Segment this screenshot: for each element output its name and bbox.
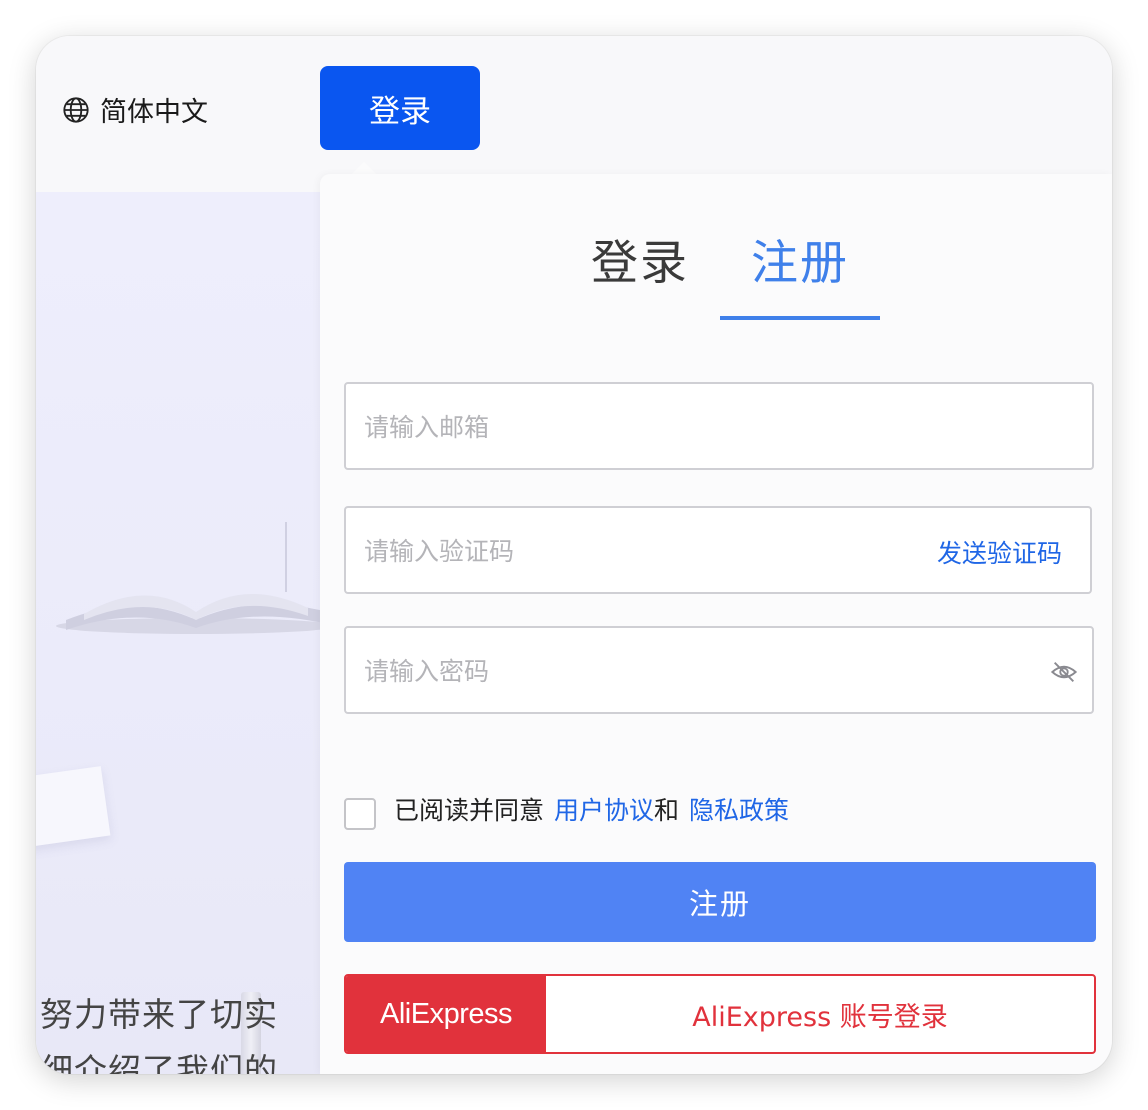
header-login-button[interactable]: 登录 — [320, 66, 480, 150]
auth-tabs: 登录 注册 — [320, 224, 1112, 324]
register-submit-button[interactable]: 注册 — [344, 862, 1096, 942]
email-field — [344, 382, 1094, 470]
globe-icon — [63, 96, 89, 123]
tab-register[interactable]: 注册 — [720, 224, 880, 293]
verification-code-field: 发送验证码 — [344, 506, 1092, 594]
user-agreement-link[interactable]: 用户协议 — [554, 791, 654, 827]
hero-text-line-1: 努力带来了切实 — [40, 995, 278, 1034]
language-label: 简体中文 — [100, 97, 208, 128]
verification-code-input[interactable] — [362, 508, 886, 594]
eye-off-icon[interactable] — [1050, 658, 1078, 686]
app-window: 简体中文 登录 努力带来了切实 细介绍了我们的 登录 注册 发送验证码 — [36, 36, 1112, 1074]
agreement-and: 和 — [654, 796, 680, 825]
hero-text-line-2: 细介绍了我们的 — [40, 1051, 278, 1074]
tab-login[interactable]: 登录 — [560, 224, 720, 293]
agreement-row: 已阅读并同意 用户协议 和 隐私政策 — [344, 788, 789, 830]
email-input[interactable] — [362, 384, 886, 470]
hero-background: 努力带来了切实 细介绍了我们的 — [36, 192, 336, 1074]
password-field — [344, 626, 1094, 714]
aliexpress-logo-text: AliExpress — [380, 997, 513, 1030]
agreement-checkbox[interactable] — [344, 798, 376, 830]
aliexpress-login-label: AliExpress 账号登录 — [692, 1001, 948, 1033]
top-bar: 简体中文 登录 — [36, 36, 1112, 192]
popover-caret — [352, 162, 376, 174]
active-tab-indicator — [720, 316, 880, 320]
privacy-policy-link[interactable]: 隐私政策 — [689, 791, 789, 827]
password-input[interactable] — [362, 628, 886, 714]
agreement-prefix: 已阅读并同意 — [394, 796, 545, 825]
aliexpress-logo: AliExpress — [346, 976, 546, 1052]
paper-illustration — [36, 766, 111, 848]
send-code-button[interactable]: 发送验证码 — [937, 534, 1062, 570]
aliexpress-login-button[interactable]: AliExpress AliExpress 账号登录 — [344, 974, 1096, 1054]
auth-panel: 登录 注册 发送验证码 已阅读并同意 用户协议 和 隐私政策 — [320, 174, 1112, 1074]
language-switcher[interactable]: 简体中文 — [62, 90, 208, 129]
book-illustration — [56, 522, 336, 634]
